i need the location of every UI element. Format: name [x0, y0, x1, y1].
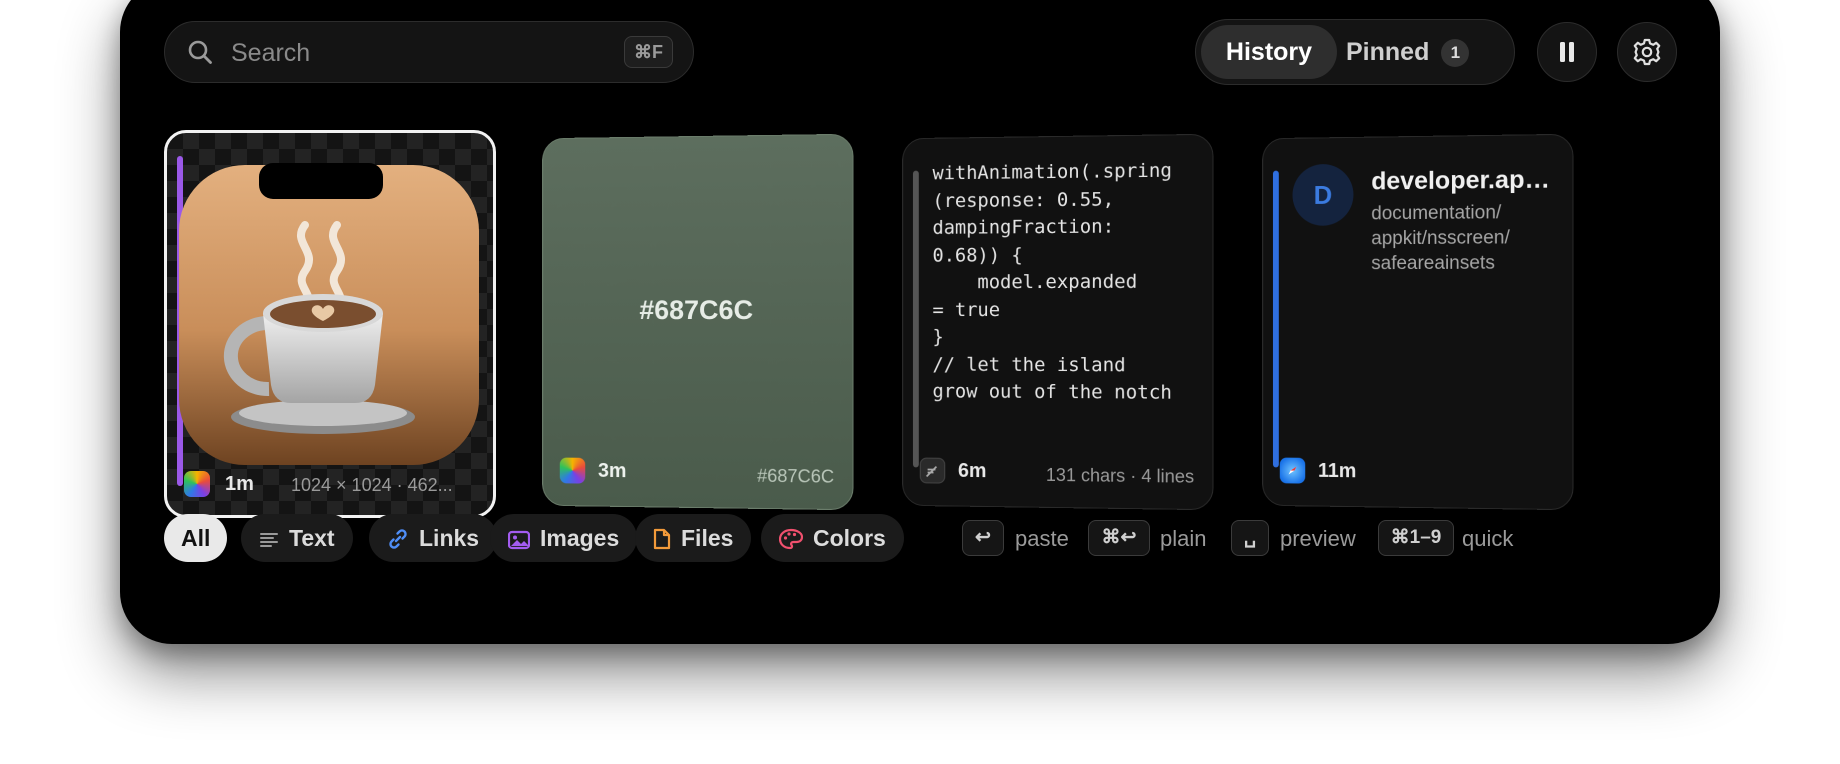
history-pinned-toggle: History Pinned 1: [1195, 19, 1515, 85]
text-edit-app-icon: [920, 458, 945, 484]
card-meta: 131 chars · 4 lines: [1046, 465, 1194, 488]
color-hex-value: #687C6C: [543, 295, 852, 326]
gear-icon: [1618, 23, 1676, 81]
filter-text-label: Text: [289, 525, 335, 551]
clipboard-panel: ⌘F History Pinned 1: [120, 0, 1720, 644]
filter-links-label: Links: [419, 525, 479, 551]
card-meta: 1024 × 1024 · 462...: [291, 475, 453, 496]
filter-links[interactable]: Links: [369, 514, 497, 562]
safari-app-icon: [1280, 458, 1305, 484]
filter-images-label: Images: [540, 525, 619, 551]
card-accent-bar: [913, 171, 919, 468]
photo-icon: [508, 530, 530, 550]
palette-icon: [779, 528, 803, 550]
hint-label-paste: paste: [1015, 526, 1069, 552]
pinned-count-badge: 1: [1441, 39, 1469, 67]
card-meta: #687C6C: [757, 466, 834, 488]
hint-key-quick: ⌘1–9: [1378, 520, 1454, 556]
search-icon: [187, 39, 213, 65]
search-bar[interactable]: ⌘F: [164, 21, 694, 83]
clip-card-link[interactable]: D developer.apple.com documentation/ app…: [1262, 134, 1573, 511]
settings-button[interactable]: [1617, 22, 1677, 82]
clip-card-image[interactable]: 1m 1024 × 1024 · 462...: [164, 130, 496, 518]
source-app-icon: [560, 458, 585, 484]
tab-history[interactable]: History: [1201, 25, 1337, 79]
card-time: 11m: [1318, 460, 1356, 483]
search-shortcut-badge: ⌘F: [624, 36, 673, 68]
card-time: 6m: [958, 460, 986, 483]
hint-label-preview: preview: [1280, 526, 1356, 552]
hint-label-plain: plain: [1160, 526, 1206, 552]
document-icon: [653, 528, 671, 550]
search-input[interactable]: [229, 34, 613, 72]
tab-pinned-label: Pinned: [1346, 38, 1429, 66]
text-lines-icon: [259, 530, 279, 550]
coffee-app-icon-image: [173, 163, 485, 483]
link-title: developer.apple.com: [1371, 165, 1557, 196]
hint-key-plain: ⌘↩: [1088, 520, 1150, 556]
filter-colors[interactable]: Colors: [761, 514, 904, 562]
filter-all[interactable]: All: [164, 514, 227, 562]
pause-icon: [1538, 23, 1596, 81]
filter-files[interactable]: Files: [635, 514, 751, 562]
filter-colors-label: Colors: [813, 525, 886, 551]
card-time: 1m: [225, 473, 254, 496]
card-accent-bar: [1273, 171, 1279, 468]
filter-files-label: Files: [681, 525, 733, 551]
hint-key-preview: ␣: [1231, 520, 1269, 556]
filter-text[interactable]: Text: [241, 514, 353, 562]
hint-key-paste: ↩: [962, 520, 1004, 556]
code-snippet: withAnimation(.spring (response: 0.55, d…: [933, 158, 1172, 408]
link-path: documentation/ appkit/nsscreen/ safearea…: [1371, 200, 1552, 276]
tab-pinned[interactable]: Pinned 1: [1346, 25, 1506, 79]
clip-card-color[interactable]: #687C6C 3m #687C6C: [542, 134, 853, 511]
card-time: 3m: [598, 460, 626, 483]
source-app-icon: [184, 471, 210, 497]
link-icon: [387, 528, 409, 550]
filter-images[interactable]: Images: [490, 514, 637, 562]
pause-button[interactable]: [1537, 22, 1597, 82]
hint-label-quick: quick: [1462, 526, 1513, 552]
clip-card-text[interactable]: withAnimation(.spring (response: 0.55, d…: [902, 134, 1213, 511]
site-avatar: D: [1293, 164, 1354, 226]
